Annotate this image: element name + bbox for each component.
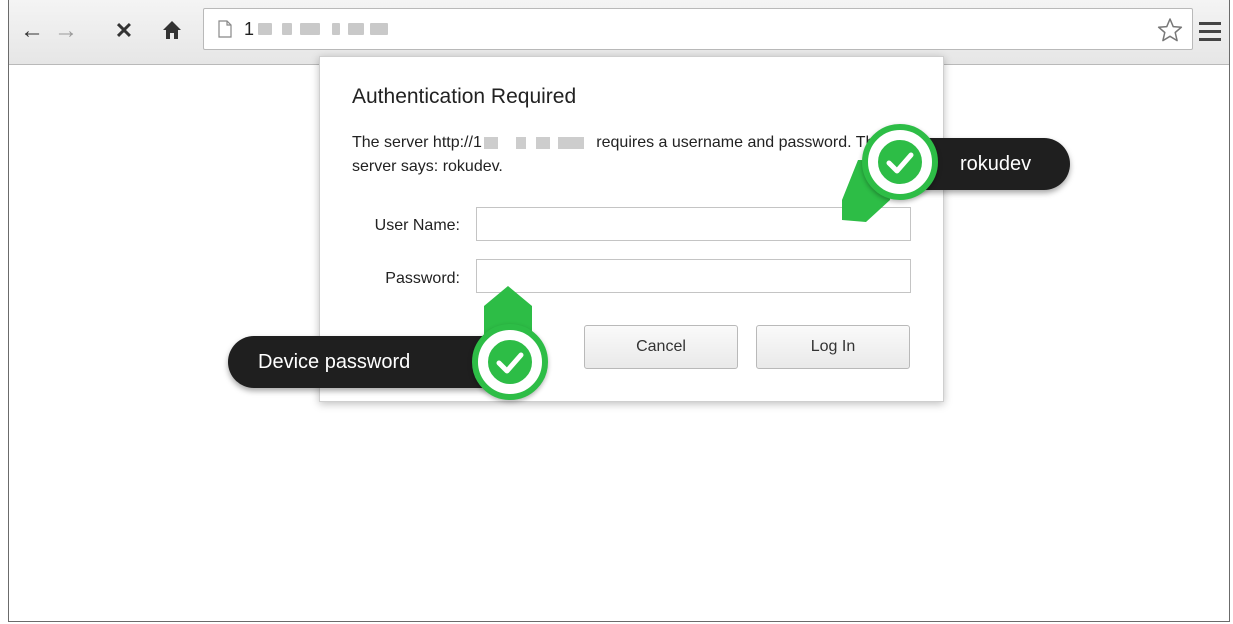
url-text: 1 (244, 19, 255, 39)
menu-icon[interactable] (1199, 22, 1221, 42)
username-label: User Name: (374, 217, 460, 234)
checkmark-icon (496, 352, 524, 374)
checkmark-icon (886, 152, 914, 174)
url-redacted (258, 23, 388, 35)
browser-window: ← → ✕ 1 Authentication Required The serv… (8, 0, 1230, 622)
star-icon[interactable] (1156, 16, 1184, 44)
back-icon[interactable]: ← (19, 18, 45, 44)
stop-icon[interactable]: ✕ (111, 18, 137, 44)
password-label: Password: (385, 270, 460, 287)
dialog-message: The server http://1 requires a username … (352, 131, 892, 179)
redacted-server (482, 136, 592, 149)
username-check-badge (862, 124, 938, 200)
password-callout: Device password (228, 336, 508, 388)
forward-icon[interactable]: → (53, 18, 79, 44)
username-callout-text: rokudev (960, 153, 1032, 175)
password-check-badge (472, 324, 548, 400)
message-prefix: The server http://1 (352, 134, 482, 151)
home-icon[interactable] (159, 18, 185, 44)
login-button[interactable]: Log In (756, 325, 910, 369)
password-callout-text: Device password (258, 351, 411, 373)
page-icon (218, 20, 232, 38)
dialog-title: Authentication Required (352, 85, 577, 108)
cancel-button[interactable]: Cancel (584, 325, 738, 369)
address-bar[interactable]: 1 (203, 8, 1193, 50)
